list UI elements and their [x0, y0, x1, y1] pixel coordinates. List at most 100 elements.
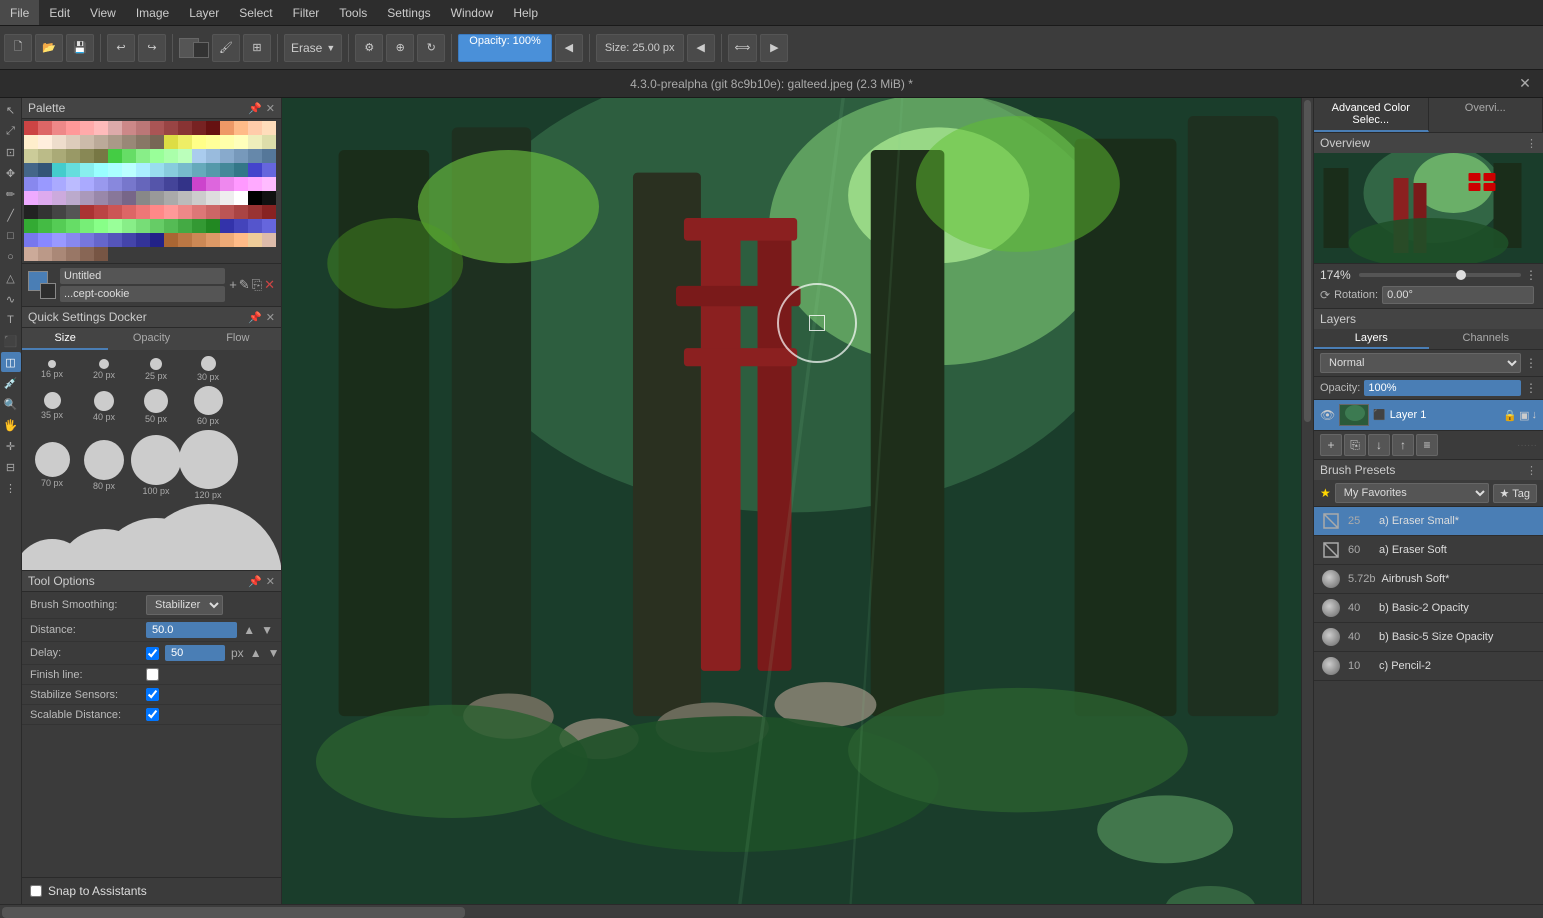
color-swatch[interactable]	[108, 177, 122, 191]
size-down[interactable]: ◀	[687, 34, 715, 62]
distance-spinner-down[interactable]: ▼	[261, 623, 273, 637]
color-swatch[interactable]	[150, 135, 164, 149]
color-swatch[interactable]	[234, 163, 248, 177]
color-swatch[interactable]	[80, 121, 94, 135]
color-swatch[interactable]	[66, 233, 80, 247]
color-swatch[interactable]	[94, 219, 108, 233]
tab-adv-color[interactable]: Advanced Color Selec...	[1314, 98, 1429, 132]
overview-thumbnail[interactable]	[1314, 153, 1543, 263]
color-swatch[interactable]	[24, 149, 38, 163]
color-swatch[interactable]	[178, 205, 192, 219]
opacity-control[interactable]: Opacity: 100%	[458, 34, 552, 62]
color-swatch[interactable]	[38, 205, 52, 219]
color-swatch[interactable]	[164, 163, 178, 177]
to-close-icon[interactable]: ✕	[266, 575, 275, 588]
brush-preset-item[interactable]: 5.72bAirbrush Soft*	[1314, 565, 1543, 594]
color-swatch[interactable]	[52, 135, 66, 149]
color-swatch[interactable]	[262, 205, 276, 219]
color-swatch[interactable]	[192, 233, 206, 247]
color-swatch[interactable]	[178, 191, 192, 205]
color-swatch[interactable]	[38, 219, 52, 233]
finish-line-checkbox[interactable]	[146, 668, 159, 681]
tool-reference[interactable]: ⊟	[1, 457, 21, 477]
color-swatch[interactable]	[178, 163, 192, 177]
brush-size-item[interactable]: 50 px	[130, 389, 182, 424]
close-button[interactable]: ✕	[1515, 74, 1535, 94]
brush-size-item[interactable]: 35 px	[26, 392, 78, 420]
crosshair-button[interactable]: ⊕	[386, 34, 414, 62]
color-swatch[interactable]	[150, 191, 164, 205]
tool-line[interactable]: ╱	[1, 205, 21, 225]
color-swatch[interactable]	[206, 177, 220, 191]
distance-spinner-up[interactable]: ▲	[243, 623, 255, 637]
color-swatch[interactable]	[80, 233, 94, 247]
snap-checkbox[interactable]	[30, 885, 42, 897]
color-swatch[interactable]	[150, 219, 164, 233]
menu-tools[interactable]: Tools	[329, 0, 377, 25]
color-swatch[interactable]	[192, 219, 206, 233]
canvas-scrollbar[interactable]	[1301, 98, 1313, 904]
color-swatch[interactable]	[234, 233, 248, 247]
color-swatch[interactable]	[150, 121, 164, 135]
redo-button[interactable]: ↪	[138, 34, 166, 62]
color-swatch[interactable]	[206, 121, 220, 135]
color-swatch[interactable]	[24, 247, 38, 261]
color-swatch[interactable]	[24, 121, 38, 135]
color-swatch[interactable]	[234, 135, 248, 149]
overview-more-icon[interactable]: ⋮	[1526, 137, 1537, 150]
color-swatch[interactable]	[38, 121, 52, 135]
tool-zoom[interactable]: 🔍	[1, 394, 21, 414]
color-swatch[interactable]	[150, 177, 164, 191]
color-swatch[interactable]	[164, 233, 178, 247]
color-swatch[interactable]	[136, 177, 150, 191]
brush-size-item[interactable]: 70 px	[26, 442, 78, 488]
color-swatch[interactable]	[262, 121, 276, 135]
color-swatch[interactable]	[178, 219, 192, 233]
color-swatch[interactable]	[80, 163, 94, 177]
color-swatch[interactable]	[206, 233, 220, 247]
color-swatch[interactable]	[136, 205, 150, 219]
color-swatch[interactable]	[248, 149, 262, 163]
brush-tool-button[interactable]: 🖌	[212, 34, 240, 62]
delay-spinner-up[interactable]: ▲	[250, 646, 262, 660]
color-swatch[interactable]	[234, 121, 248, 135]
color-swatch[interactable]	[122, 233, 136, 247]
brush-size-item[interactable]: 16 px	[26, 360, 78, 379]
hscrollbar-thumb[interactable]	[2, 907, 465, 918]
tool-settings-button[interactable]: ⚙	[355, 34, 383, 62]
brush-preset-item[interactable]: 40b) Basic-5 Size Opacity	[1314, 623, 1543, 652]
color-swatch[interactable]	[108, 149, 122, 163]
tab-overview[interactable]: Overvi...	[1429, 98, 1543, 132]
color-swatch[interactable]	[164, 205, 178, 219]
rotation-reset-icon[interactable]: ⟳	[1320, 288, 1330, 302]
brush-size-item[interactable]: 120 px	[182, 430, 234, 500]
color-swatch[interactable]	[66, 247, 80, 261]
tool-transform[interactable]: ⤢	[1, 121, 21, 141]
color-swatch[interactable]	[52, 219, 66, 233]
color-swatch[interactable]	[178, 121, 192, 135]
color-swatch[interactable]	[24, 205, 38, 219]
color-swatch[interactable]	[206, 149, 220, 163]
color-swatch[interactable]	[66, 121, 80, 135]
color-swatch[interactable]	[52, 121, 66, 135]
brush-size-item[interactable]: 300 px	[182, 504, 234, 570]
color-swatch[interactable]	[38, 233, 52, 247]
undo-button[interactable]: ↩	[107, 34, 135, 62]
zoom-more-icon[interactable]: ⋮	[1525, 268, 1537, 282]
delay-checkbox[interactable]	[146, 647, 159, 660]
color-swatch[interactable]	[192, 135, 206, 149]
add-layer-button[interactable]: +	[1320, 434, 1342, 456]
canvas-area[interactable]	[282, 98, 1301, 904]
color-swatch[interactable]	[178, 177, 192, 191]
color-swatch[interactable]	[38, 149, 52, 163]
tool-move[interactable]: ✥	[1, 163, 21, 183]
layer-settings-icon[interactable]: ≡	[1416, 434, 1438, 456]
color-swatch[interactable]	[66, 177, 80, 191]
tool-eraser[interactable]: ◫	[1, 352, 21, 372]
layer-visibility-icon[interactable]: 👁	[1320, 408, 1335, 422]
color-swatch[interactable]	[108, 191, 122, 205]
color-swatch[interactable]	[122, 149, 136, 163]
tab-layers[interactable]: Layers	[1314, 329, 1429, 349]
refresh-button[interactable]: ↻	[417, 34, 445, 62]
color-swatch[interactable]	[52, 205, 66, 219]
